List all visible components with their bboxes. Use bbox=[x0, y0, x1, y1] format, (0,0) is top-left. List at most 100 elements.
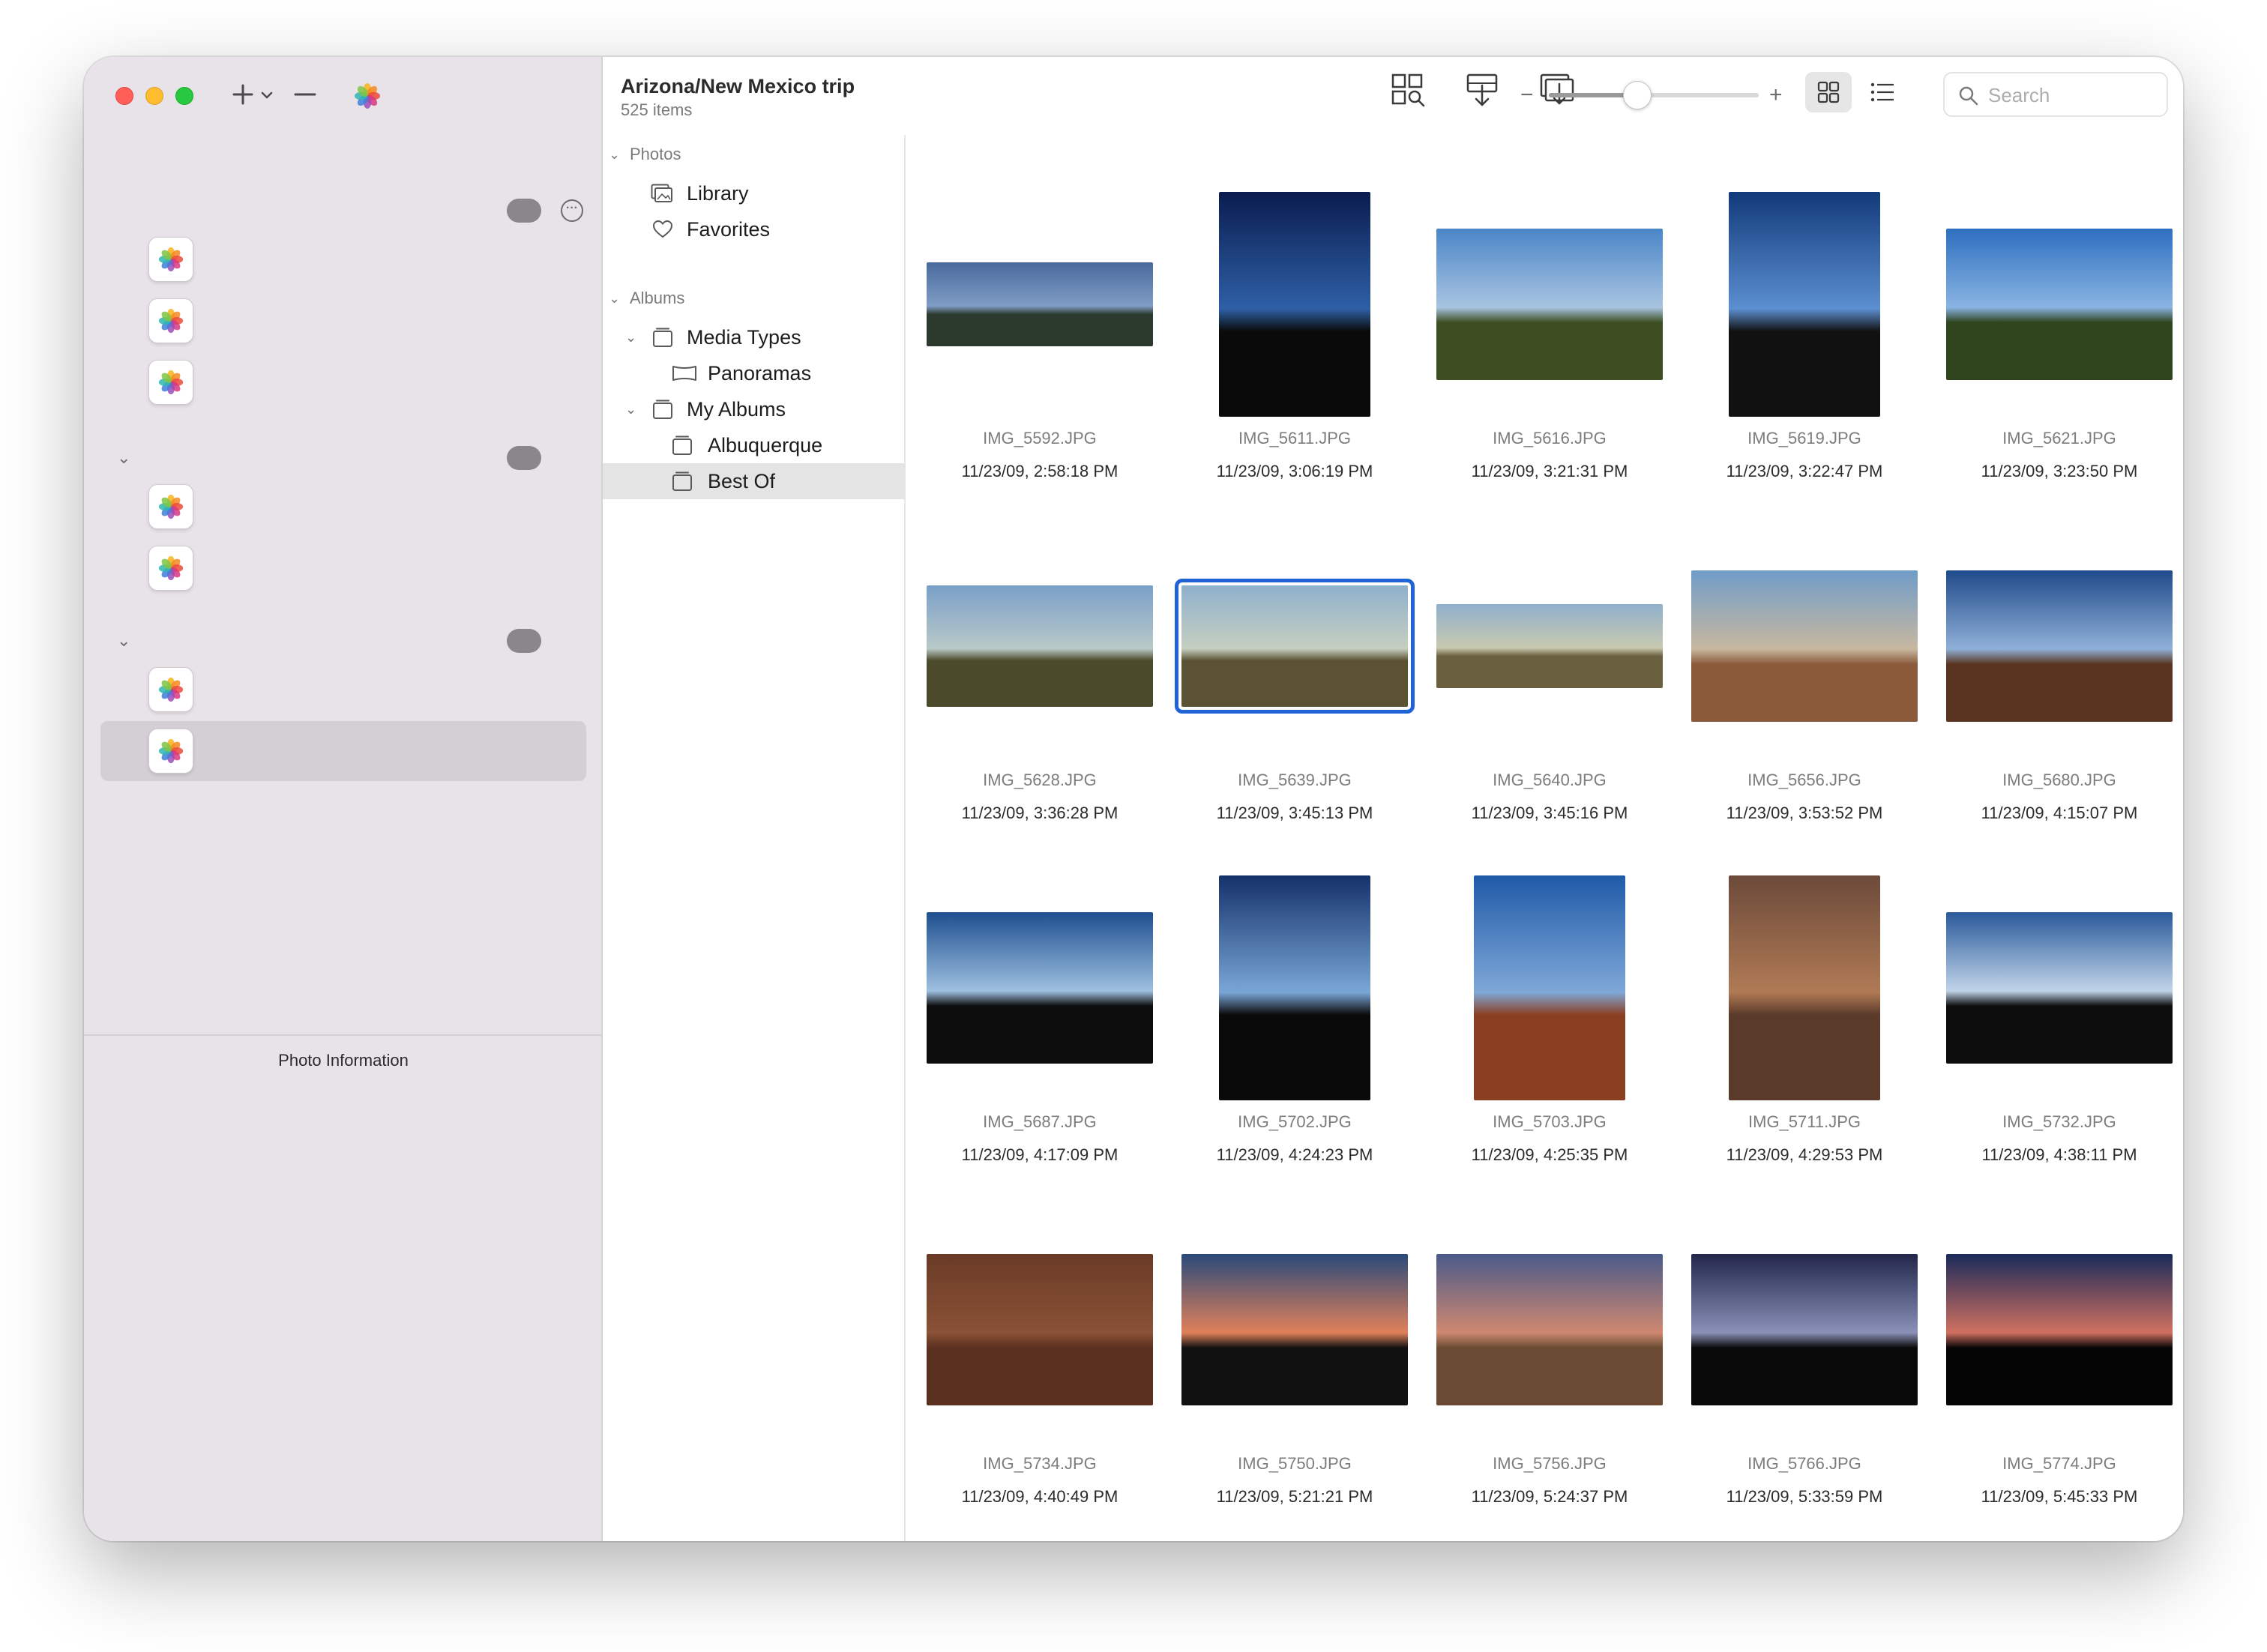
photo-filename: IMG_5687.JPG bbox=[983, 1112, 1097, 1131]
photo-filename: IMG_5619.JPG bbox=[1747, 429, 1861, 447]
library-icon bbox=[148, 298, 193, 343]
chevron-down-icon: ⌄ bbox=[625, 401, 637, 417]
section-header-0: ··· bbox=[106, 192, 583, 229]
library-icon bbox=[148, 360, 193, 405]
photo-cell[interactable]: IMG_5680.JPG 11/23/09, 4:15:07 PM bbox=[1936, 477, 2183, 822]
window-controls bbox=[115, 87, 193, 105]
photo-cell[interactable]: IMG_5621.JPG 11/23/09, 3:23:50 PM bbox=[1936, 135, 2183, 480]
photo-cell[interactable]: IMG_5619.JPG 11/23/09, 3:22:47 PM bbox=[1681, 135, 1928, 480]
export-button[interactable] bbox=[1463, 72, 1501, 109]
library-icon bbox=[148, 484, 193, 529]
stack-download-icon bbox=[1466, 73, 1498, 106]
section-header-1[interactable]: ⌄ bbox=[106, 439, 583, 477]
thumbnail-size-slider[interactable] bbox=[1549, 81, 1759, 109]
library-item[interactable] bbox=[100, 538, 586, 598]
remove-library-button[interactable] bbox=[292, 79, 318, 109]
library-item[interactable] bbox=[100, 477, 586, 537]
search-field[interactable] bbox=[1943, 72, 2168, 117]
photo-cell[interactable]: IMG_5766.JPG 11/23/09, 5:33:59 PM bbox=[1681, 1160, 1928, 1506]
photo-thumbnail[interactable] bbox=[1729, 192, 1880, 417]
photo-thumbnail[interactable] bbox=[927, 912, 1153, 1064]
photo-thumbnail[interactable] bbox=[927, 585, 1153, 707]
zoom-window-button[interactable] bbox=[175, 87, 193, 105]
sidebar: ··· ⌄ ⌄ Photo Information bbox=[84, 57, 603, 1541]
import-button[interactable] bbox=[1538, 72, 1576, 109]
library-item[interactable] bbox=[100, 660, 586, 720]
photo-cell[interactable]: IMG_5703.JPG 11/23/09, 4:25:35 PM bbox=[1426, 819, 1673, 1164]
album-item-albuquerque[interactable]: Albuquerque bbox=[603, 427, 906, 463]
photos-flower-icon bbox=[355, 83, 380, 109]
album-item-panoramas[interactable]: Panoramas bbox=[603, 355, 906, 391]
photo-thumbnail[interactable] bbox=[1946, 912, 2173, 1064]
photo-date: 11/23/09, 5:45:33 PM bbox=[1981, 1487, 2138, 1506]
chevron-down-icon: ⌄ bbox=[117, 448, 131, 467]
photo-cell[interactable]: IMG_5702.JPG 11/23/09, 4:24:23 PM bbox=[1171, 819, 1418, 1164]
photo-filename: IMG_5756.JPG bbox=[1493, 1454, 1607, 1473]
photo-cell[interactable]: IMG_5628.JPG 11/23/09, 3:36:28 PM bbox=[916, 477, 1163, 822]
photos-flower-icon bbox=[158, 370, 184, 395]
photo-cell[interactable]: IMG_5774.JPG 11/23/09, 5:45:33 PM bbox=[1936, 1160, 2183, 1506]
albums-section-header[interactable]: ⌄ Albums bbox=[609, 283, 684, 313]
album-item-my-albums[interactable]: ⌄ My Albums bbox=[603, 391, 906, 427]
photo-cell[interactable]: IMG_5732.JPG 11/23/09, 4:38:11 PM bbox=[1936, 819, 2183, 1164]
more-options-icon[interactable]: ··· bbox=[561, 199, 583, 222]
slider-thumb[interactable] bbox=[1622, 81, 1652, 109]
photo-thumbnail[interactable] bbox=[1691, 1254, 1918, 1405]
photo-thumbnail[interactable] bbox=[1175, 579, 1415, 714]
photo-thumbnail[interactable] bbox=[1474, 875, 1625, 1100]
photo-date: 11/23/09, 5:24:37 PM bbox=[1471, 1487, 1628, 1506]
zoom-in-button[interactable]: + bbox=[1769, 84, 1783, 106]
photo-thumbnail[interactable] bbox=[1946, 1254, 2173, 1405]
photo-thumbnail[interactable] bbox=[1436, 604, 1663, 688]
album-item-best-of[interactable]: Best Of bbox=[603, 463, 906, 499]
library-item[interactable] bbox=[100, 721, 586, 781]
photo-thumbnail[interactable] bbox=[1436, 1254, 1663, 1405]
photo-thumbnail[interactable] bbox=[1729, 875, 1880, 1100]
chevron-down-icon: ⌄ bbox=[609, 146, 621, 162]
photo-thumbnail[interactable] bbox=[1219, 192, 1370, 417]
photo-cell[interactable]: IMG_5687.JPG 11/23/09, 4:17:09 PM bbox=[916, 819, 1163, 1164]
photo-date: 11/23/09, 4:40:49 PM bbox=[961, 1487, 1119, 1506]
library-item[interactable] bbox=[100, 291, 586, 351]
photo-cell[interactable]: IMG_5711.JPG 11/23/09, 4:29:53 PM bbox=[1681, 819, 1928, 1164]
grid-view-button[interactable] bbox=[1805, 72, 1852, 112]
photo-cell[interactable]: IMG_5734.JPG 11/23/09, 4:40:49 PM bbox=[916, 1160, 1163, 1506]
photo-information-panel: Photo Information bbox=[84, 1034, 603, 1541]
album-item-library[interactable]: Library bbox=[603, 175, 906, 211]
photo-thumbnail[interactable] bbox=[1946, 570, 2173, 722]
minimize-window-button[interactable] bbox=[145, 87, 163, 105]
search-icon bbox=[1959, 86, 1978, 106]
photo-cell[interactable]: IMG_5756.JPG 11/23/09, 5:24:37 PM bbox=[1426, 1160, 1673, 1506]
close-window-button[interactable] bbox=[115, 87, 133, 105]
photo-thumbnail[interactable] bbox=[1946, 229, 2173, 380]
photo-cell[interactable]: IMG_5750.JPG 11/23/09, 5:21:21 PM bbox=[1171, 1160, 1418, 1506]
photo-cell[interactable]: IMG_5639.JPG 11/23/09, 3:45:13 PM bbox=[1171, 477, 1418, 822]
photo-thumbnail[interactable] bbox=[927, 1254, 1153, 1405]
photo-cell[interactable]: IMG_5640.JPG 11/23/09, 3:45:16 PM bbox=[1426, 477, 1673, 822]
photo-thumbnail[interactable] bbox=[1436, 229, 1663, 380]
photo-thumbnail[interactable] bbox=[1219, 875, 1370, 1100]
photo-thumbnail[interactable] bbox=[1691, 570, 1918, 722]
open-photos-button[interactable] bbox=[352, 81, 382, 111]
library-item[interactable] bbox=[100, 229, 586, 289]
album-item-media-types[interactable]: ⌄ Media Types bbox=[603, 319, 906, 355]
add-library-button[interactable] bbox=[231, 79, 277, 109]
library-icon bbox=[148, 237, 193, 282]
search-input[interactable] bbox=[1988, 81, 2161, 109]
photo-cell[interactable]: IMG_5616.JPG 11/23/09, 3:21:31 PM bbox=[1426, 135, 1673, 480]
show-in-photos-button[interactable] bbox=[1390, 72, 1427, 109]
photos-section-header[interactable]: ⌄ Photos bbox=[609, 139, 681, 169]
photo-cell[interactable]: IMG_5656.JPG 11/23/09, 3:53:52 PM bbox=[1681, 477, 1928, 822]
zoom-out-button[interactable]: − bbox=[1520, 84, 1534, 106]
photo-filename: IMG_5656.JPG bbox=[1747, 771, 1861, 789]
photo-thumbnail[interactable] bbox=[1181, 1254, 1408, 1405]
album-item-favorites[interactable]: Favorites bbox=[603, 211, 906, 247]
section-header-2[interactable]: ⌄ bbox=[106, 622, 583, 660]
photo-filename: IMG_5639.JPG bbox=[1238, 771, 1352, 789]
list-view-button[interactable] bbox=[1859, 72, 1906, 112]
photo-filename: IMG_5628.JPG bbox=[983, 771, 1097, 789]
photo-cell[interactable]: IMG_5592.JPG 11/23/09, 2:58:18 PM bbox=[916, 135, 1163, 480]
photo-thumbnail[interactable] bbox=[927, 262, 1153, 346]
library-item[interactable] bbox=[100, 352, 586, 412]
photo-cell[interactable]: IMG_5611.JPG 11/23/09, 3:06:19 PM bbox=[1171, 135, 1418, 480]
